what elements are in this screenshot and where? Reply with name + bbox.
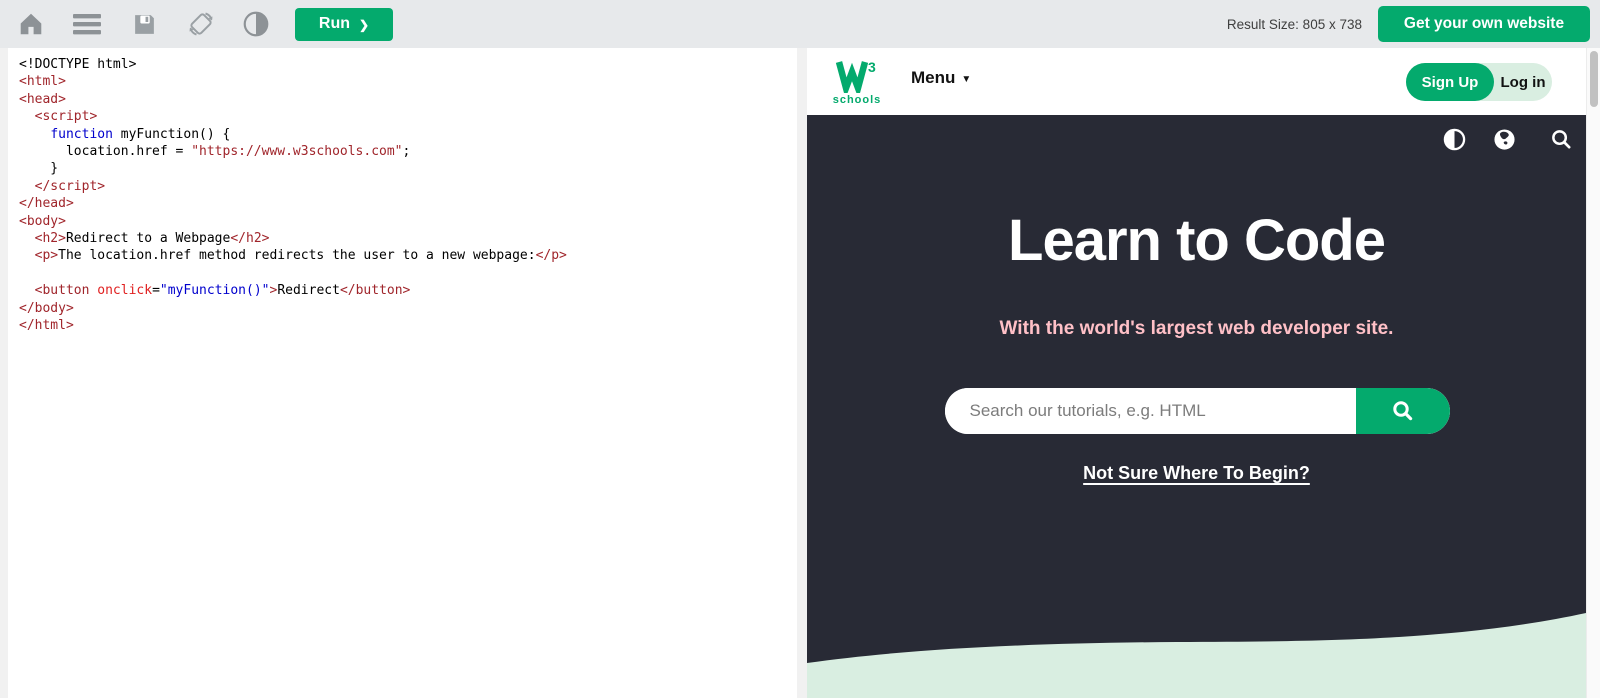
code-line: <head> (19, 91, 797, 108)
hamburger-menu-icon (72, 12, 102, 36)
code-line: } (19, 160, 797, 177)
tryit-editor-app: Run ❯ Result Size: 805 x 738 Get your ow… (0, 0, 1600, 698)
contrast-icon (1443, 128, 1466, 151)
result-panel: 3 schools Menu ▼ Sign Up Log in (807, 48, 1586, 698)
panel-divider[interactable] (797, 48, 807, 698)
search-icon (1550, 128, 1573, 151)
code-line: </html> (19, 317, 797, 334)
code-line: </body> (19, 300, 797, 317)
auth-pill: Sign Up Log in (1406, 63, 1552, 101)
result-scrollbar-track[interactable] (1586, 48, 1600, 698)
code-line: location.href = "https://www.w3schools.c… (19, 143, 797, 160)
chevron-down-icon: ▼ (961, 74, 971, 85)
code-line: </script> (19, 178, 797, 195)
menu-button[interactable] (72, 12, 102, 36)
tutorial-searchbar (945, 388, 1450, 434)
code-line: <p>The location.href method redirects th… (19, 247, 797, 264)
home-button[interactable] (18, 11, 44, 37)
save-button[interactable] (132, 12, 157, 37)
hero-dark-mode-button[interactable] (1441, 128, 1467, 154)
result-header: 3 schools Menu ▼ Sign Up Log in (807, 48, 1586, 115)
contrast-icon (243, 11, 269, 37)
code-line: <body> (19, 213, 797, 230)
log-in-button[interactable]: Log in (1494, 63, 1552, 101)
sign-up-button[interactable]: Sign Up (1406, 63, 1494, 101)
w3schools-logo-icon: 3 (835, 59, 879, 93)
code-line: function myFunction() { (19, 126, 797, 143)
code-editor-panel[interactable]: <!DOCTYPE html><html><head> <script> fun… (8, 48, 797, 698)
code-line: <h2>Redirect to a Webpage</h2> (19, 230, 797, 247)
run-button[interactable]: Run ❯ (295, 8, 393, 41)
result-menu-button[interactable]: Menu ▼ (911, 68, 971, 88)
change-orientation-button[interactable] (185, 8, 217, 40)
wave-decoration (807, 595, 1586, 698)
toolbar: Run ❯ Result Size: 805 x 738 Get your ow… (0, 0, 1600, 48)
code-line: </head> (19, 195, 797, 212)
code-line: <button onclick="myFunction()">Redirect<… (19, 282, 797, 299)
get-your-own-website-button[interactable]: Get your own website (1378, 6, 1590, 42)
change-orientation-icon (185, 8, 217, 40)
code-area[interactable]: <!DOCTYPE html><html><head> <script> fun… (8, 48, 797, 335)
svg-text:3: 3 (868, 59, 876, 75)
menu-label: Menu (911, 68, 955, 88)
result-size-label: Result Size: 805 x 738 (1227, 0, 1362, 48)
tutorial-search-submit-button[interactable] (1356, 388, 1450, 434)
not-sure-where-to-begin-link[interactable]: Not Sure Where To Begin? (807, 463, 1586, 484)
code-line: <html> (19, 73, 797, 90)
code-line (19, 265, 797, 282)
logo-text: schools (831, 94, 883, 106)
globe-icon (1493, 128, 1516, 151)
run-button-label: Run (319, 15, 350, 33)
save-icon (132, 12, 157, 37)
hero-section: Learn to Code With the world's largest w… (807, 115, 1586, 698)
result-scrollbar-thumb[interactable] (1590, 51, 1598, 107)
code-line: <script> (19, 108, 797, 125)
code-line: <!DOCTYPE html> (19, 56, 797, 73)
w3schools-logo[interactable]: 3 schools (831, 56, 883, 108)
dark-mode-toggle-button[interactable] (243, 11, 269, 37)
hero-search-button[interactable] (1548, 128, 1574, 154)
hero-title: Learn to Code (807, 207, 1586, 274)
language-globe-button[interactable] (1491, 128, 1517, 154)
search-icon (1391, 399, 1415, 423)
run-chevron-icon: ❯ (359, 18, 369, 32)
home-icon (18, 11, 44, 37)
tutorial-search-input[interactable] (945, 388, 1356, 434)
hero-subtitle: With the world's largest web developer s… (807, 318, 1586, 340)
